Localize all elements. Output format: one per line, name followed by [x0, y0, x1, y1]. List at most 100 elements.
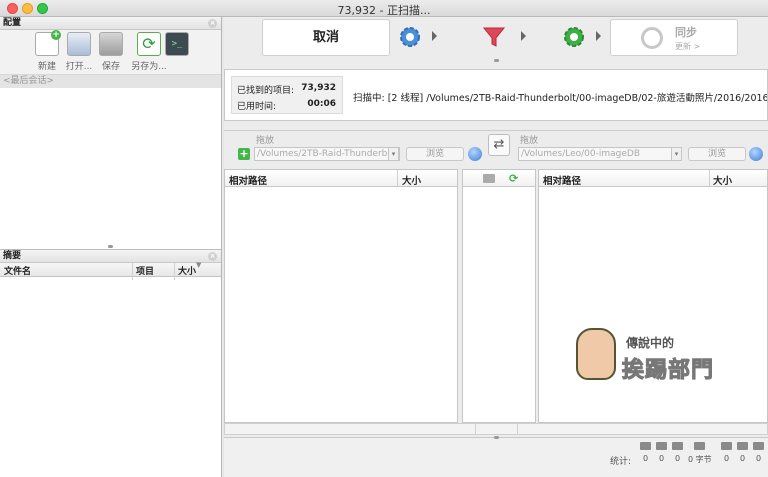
chevron-down-icon[interactable]: ▾ — [671, 147, 682, 161]
watermark-line1: 傳說中的 — [626, 336, 675, 350]
config-panel-header: 配置 × — [0, 17, 221, 30]
scan-stats-box: 已找到的项目: 73,932 已用时间: 00:06 — [231, 76, 343, 114]
cancel-button[interactable]: 取消 — [262, 19, 390, 56]
left-browse-button[interactable]: 浏览 — [406, 147, 464, 161]
stat-left-only-count: 0 — [642, 454, 649, 463]
middle-grid-header: ⟳ — [463, 170, 535, 187]
sync-label: 同步 — [675, 26, 697, 39]
status-divider — [517, 424, 518, 434]
right-grid-header: 相对路径 大小 — [539, 170, 767, 187]
stat-left-newer-count: 0 — [658, 454, 665, 463]
stat-left-newer: 0 — [656, 442, 667, 463]
compare-options-arrow[interactable] — [432, 31, 437, 41]
stat-left-only: 0 — [640, 442, 651, 463]
stat-delete-count: 0 — [755, 454, 762, 463]
title-bar: 73,932 - 正扫描... — [0, 0, 768, 17]
right-browse-button[interactable]: 浏览 — [688, 147, 746, 161]
summary-panel-header: 摘要 × — [0, 250, 221, 263]
stat-bytes-value: 0 字节 — [688, 455, 712, 464]
summary-table-header: 文件名 项目 大小 ▼ — [0, 261, 221, 280]
left-drop-label: 拖放 — [256, 136, 275, 146]
stat-right-only-count: 0 — [739, 454, 746, 463]
left-grid-header: 相对路径 大小 — [225, 170, 457, 187]
left-folder-input[interactable]: /Volumes/2TB-Raid-Thunderbolt — [254, 147, 400, 161]
left-file-grid[interactable]: 相对路径 大小 — [224, 169, 458, 423]
grid-status-strip — [224, 423, 768, 435]
funnel-icon[interactable] — [482, 25, 506, 49]
column-header-relative-path[interactable]: 相对路径 — [229, 173, 267, 187]
compare-category-icon[interactable] — [483, 174, 495, 183]
column-header-filename[interactable]: 文件名 — [4, 264, 31, 277]
globe-icon[interactable] — [749, 147, 763, 161]
column-divider — [709, 170, 710, 187]
left-newer-icon — [656, 442, 667, 450]
column-header-size[interactable]: 大小 — [402, 173, 421, 187]
summary-panel: 摘要 × 文件名 项目 大小 ▼ — [0, 249, 221, 477]
sync-options-arrow[interactable] — [596, 31, 601, 41]
new-config-button[interactable]: + 新建 — [30, 30, 64, 72]
window-title: 73,932 - 正扫描... — [337, 4, 431, 17]
open-config-label: 打开... — [65, 62, 93, 72]
config-panel-title: 配置 — [3, 18, 22, 28]
splitter-handle[interactable] — [494, 436, 499, 439]
batch-job-button[interactable]: >_ — [160, 32, 194, 59]
save-as-icon: ⟳ — [137, 32, 161, 56]
right-drop-label: 拖放 — [520, 136, 539, 146]
open-icon — [67, 32, 91, 56]
gear-blue-icon[interactable] — [398, 25, 422, 49]
folder-pair-bar: 拖放 + /Volumes/2TB-Raid-Thunderbolt ▾ 浏览 … — [224, 130, 768, 168]
column-divider — [397, 170, 398, 187]
mascot-face-icon — [576, 328, 616, 380]
terminal-icon: >_ — [165, 32, 189, 56]
scan-progress-text: 扫描中: [2 线程] /Volumes/2TB-Raid-Thunderbol… — [353, 93, 767, 104]
close-icon[interactable]: × — [208, 252, 217, 261]
items-found-value: 73,932 — [301, 83, 336, 93]
gear-green-icon[interactable] — [562, 25, 586, 49]
elapsed-time-value: 00:06 — [307, 99, 336, 109]
column-header-relative-path[interactable]: 相对路径 — [543, 173, 581, 187]
swap-icon: ⇄ — [493, 137, 505, 152]
config-toolbar: + 新建 打开... 保存 ⟳ 另存为... >_ — [0, 30, 221, 75]
splitter-handle[interactable] — [494, 59, 499, 62]
left-only-icon — [640, 442, 651, 450]
chevron-down-icon[interactable]: ▾ — [388, 147, 399, 161]
stat-delete: 0 — [753, 442, 764, 463]
elapsed-time-label: 已用时间: — [237, 102, 277, 112]
new-config-label: 新建 — [37, 62, 56, 72]
column-divider — [174, 263, 175, 280]
bottom-stats-bar: 统计: 0 0 0 0 字节 0 0 0 — [224, 436, 768, 477]
status-divider — [475, 424, 476, 434]
close-icon[interactable]: × — [208, 19, 217, 28]
splitter-handle[interactable] — [108, 245, 113, 248]
right-folder-input[interactable]: /Volumes/Leo/00-imageDB — [518, 147, 682, 161]
watermark-logo: 傳說中的 挨踢部門 — [576, 328, 742, 390]
save-config-label: 保存 — [101, 62, 120, 72]
sync-sub-label: 更新 > — [675, 42, 701, 51]
middle-action-grid[interactable]: ⟳ — [462, 169, 536, 423]
column-header-size[interactable]: 大小 — [178, 264, 196, 277]
sync-action-icon[interactable]: ⟳ — [509, 172, 518, 185]
left-sidebar: 配置 × + 新建 打开... 保存 ⟳ 另存为... >_ <最后会话> 摘要… — [0, 17, 222, 477]
filter-options-arrow[interactable] — [521, 31, 526, 41]
watermark-line2: 挨踢部門 — [621, 358, 715, 384]
stat-right-newer: 0 — [721, 442, 732, 463]
open-config-button[interactable]: 打开... — [62, 32, 96, 72]
add-folder-pair-icon[interactable]: + — [238, 148, 250, 160]
column-header-size[interactable]: 大小 — [713, 173, 732, 187]
save-as-config-label: 另存为... — [131, 62, 167, 72]
column-header-items[interactable]: 项目 — [136, 264, 154, 277]
right-only-icon — [737, 442, 748, 450]
globe-icon[interactable] — [468, 147, 482, 161]
right-newer-icon — [721, 442, 732, 450]
different-icon — [672, 442, 683, 450]
column-divider — [132, 263, 133, 280]
delete-icon — [753, 442, 764, 450]
statistics-label: 统计: — [610, 457, 632, 467]
stat-right-newer-count: 0 — [723, 454, 730, 463]
swap-sides-button[interactable]: ⇄ — [488, 134, 510, 156]
stat-bytes: 0 字节 — [688, 442, 712, 465]
save-config-button[interactable]: 保存 — [94, 32, 128, 72]
last-session-item[interactable]: <最后会话> — [0, 75, 221, 88]
data-icon — [694, 442, 706, 450]
sync-button[interactable]: 同步 更新 > — [610, 19, 738, 56]
